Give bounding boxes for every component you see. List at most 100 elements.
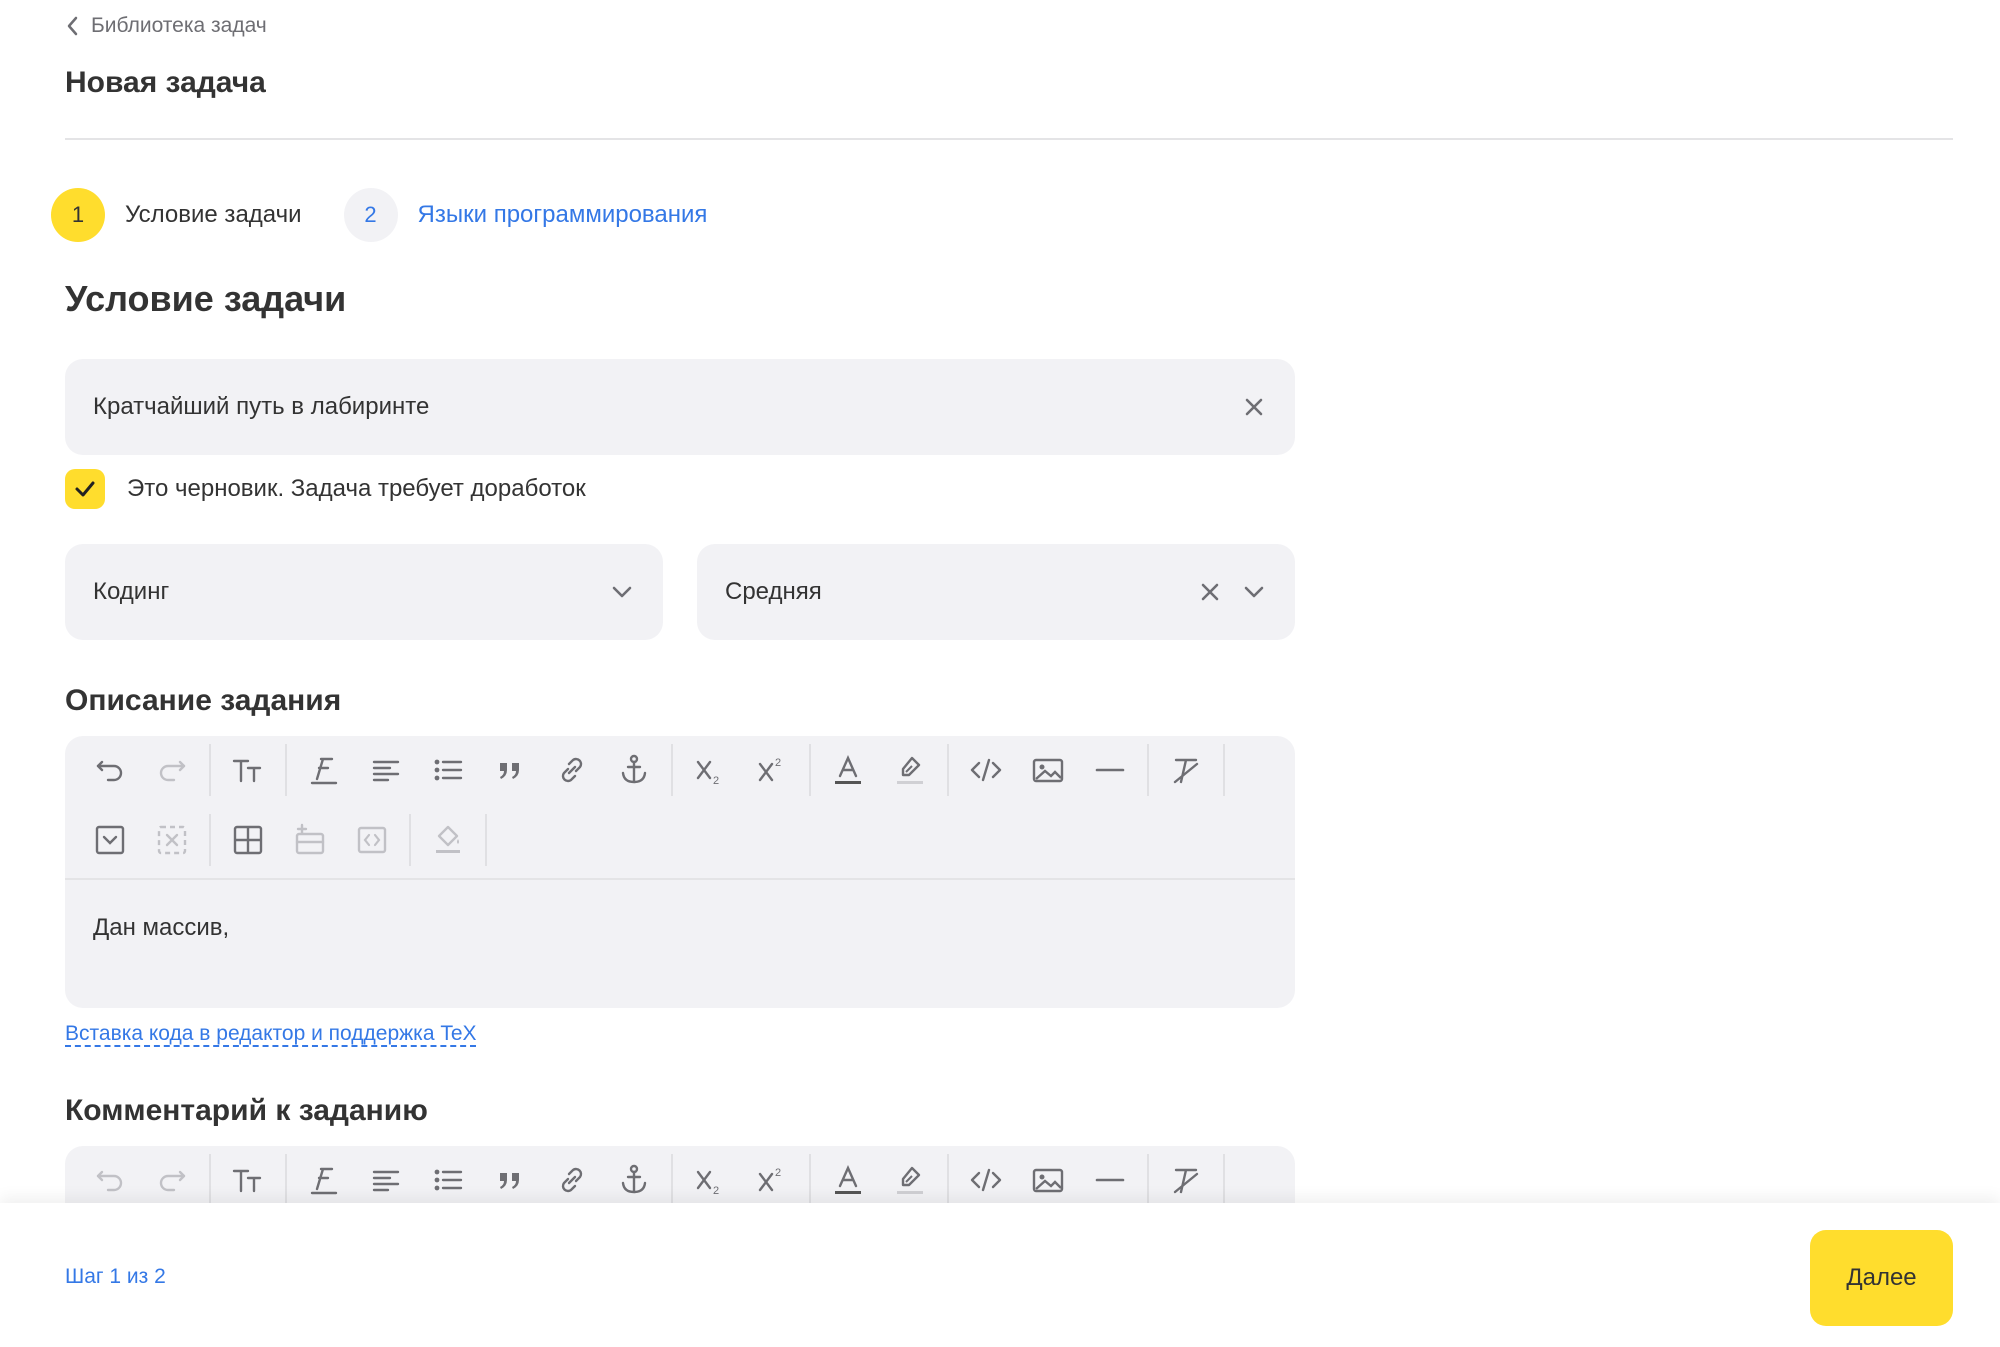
section-heading-condition: Условие задачи [65,278,347,319]
collapsible-button[interactable] [79,806,141,874]
table-button[interactable] [217,806,279,874]
code-icon [970,758,1002,782]
task-title-field[interactable] [65,359,1295,455]
image-button[interactable] [1017,736,1079,804]
fill-color-button[interactable] [417,806,479,874]
insert-row-button[interactable] [279,806,341,874]
toolbar-separator [947,744,949,796]
code-block-icon [357,826,387,854]
difficulty-dropdown-toggle[interactable] [1241,579,1267,605]
align-button[interactable] [355,736,417,804]
category-select-value: Кодинг [93,578,170,605]
horizontal-rule-button[interactable] [1079,736,1141,804]
code-button[interactable] [955,736,1017,804]
font-style-icon [310,757,338,785]
undo-icon [96,1170,123,1192]
step-2-number: 2 [343,188,398,242]
bulleted-list-button[interactable] [417,736,479,804]
blockquote-icon [500,1173,519,1189]
subscript-button[interactable]: 2 [679,736,741,804]
blockquote-button[interactable] [479,736,541,804]
highlight-button[interactable] [879,736,941,804]
difficulty-select[interactable]: Средняя [697,544,1295,640]
toolbar-separator [285,744,287,796]
undo-button[interactable] [79,736,141,804]
text-color-icon [835,755,861,784]
text-color-icon [835,1165,861,1194]
footer-bar: Шаг 1 из 2 Далее [0,1203,2000,1347]
step-2[interactable]: 2 Языки программирования [343,188,708,242]
header-divider [65,138,1953,140]
highlight-icon [897,756,923,784]
task-title-input[interactable] [93,393,1093,421]
svg-text:2: 2 [713,1185,719,1197]
next-button[interactable]: Далее [1810,1230,1953,1326]
draft-checkbox[interactable] [65,469,105,509]
description-editor: 2 2 Дан массив, [65,736,1295,1008]
superscript-button[interactable]: 2 [741,736,803,804]
redo-button[interactable] [141,736,203,804]
link-button[interactable] [541,736,603,804]
subscript-icon: 2 [696,760,719,787]
font-size-icon [232,1169,262,1193]
toolbar-separator [947,1154,949,1206]
anchor-icon [621,754,647,784]
check-icon [75,481,95,497]
code-block-button[interactable] [341,806,403,874]
step-2-label[interactable]: Языки программирования [418,201,708,229]
chevron-down-icon [612,586,632,598]
clear-format-icon [1173,758,1199,784]
toolbar-row-2 [79,806,493,874]
table-icon [233,825,263,855]
breadcrumb-label[interactable]: Библиотека задач [91,14,267,38]
toolbar-separator [809,1154,811,1206]
clear-title-button[interactable] [1241,394,1267,420]
font-style-icon [310,1167,338,1195]
draft-checkbox-row[interactable]: Это черновик. Задача требует доработок [65,469,586,509]
remove-collapsible-button[interactable] [141,806,203,874]
category-dropdown-toggle[interactable] [609,579,635,605]
horizontal-rule-icon [1095,768,1125,772]
svg-text:2: 2 [713,775,719,787]
page-title: Новая задача [65,66,266,99]
blockquote-icon [500,763,519,779]
chevron-left-icon [67,16,78,36]
step-1-label: Условие задачи [125,201,302,228]
editor-toolbar: 2 2 [65,736,1295,880]
clear-format-button[interactable] [1155,736,1217,804]
draft-checkbox-label: Это черновик. Задача требует доработок [127,475,586,502]
highlight-icon [897,1166,923,1194]
toolbar-separator [1223,744,1225,796]
toolbar-separator [409,814,411,866]
step-counter: Шаг 1 из 2 [65,1265,166,1288]
image-icon [1032,1168,1064,1193]
toolbar-separator [485,814,487,866]
breadcrumb[interactable]: Библиотека задач [65,14,267,38]
undo-icon [96,760,123,782]
description-editor-content[interactable]: Дан массив, [93,914,229,942]
insert-row-icon [295,823,325,855]
anchor-button[interactable] [603,736,665,804]
toolbar-separator [285,1154,287,1206]
redo-icon [159,1170,186,1192]
step-1-number: 1 [51,188,105,242]
font-size-button[interactable] [217,736,279,804]
toolbar-separator [1223,1154,1225,1206]
superscript-icon: 2 [758,757,781,782]
toolbar-separator [209,1154,211,1206]
section-heading-comment: Комментарий к заданию [65,1094,428,1127]
clear-format-icon [1173,1168,1199,1194]
bulleted-list-icon [434,759,463,781]
collapsible-icon [95,825,125,855]
font-style-button[interactable] [293,736,355,804]
category-select[interactable]: Кодинг [65,544,663,640]
step-1[interactable]: 1 Условие задачи [51,188,302,242]
toolbar-row-1: 2 2 [79,736,1231,804]
redo-icon [159,760,186,782]
font-size-icon [232,759,262,783]
remove-collapsible-icon [157,825,187,855]
align-icon [372,1170,400,1192]
tex-help-link[interactable]: Вставка кода в редактор и поддержка TeX [65,1022,477,1046]
clear-difficulty-button[interactable] [1197,579,1223,605]
text-color-button[interactable] [817,736,879,804]
